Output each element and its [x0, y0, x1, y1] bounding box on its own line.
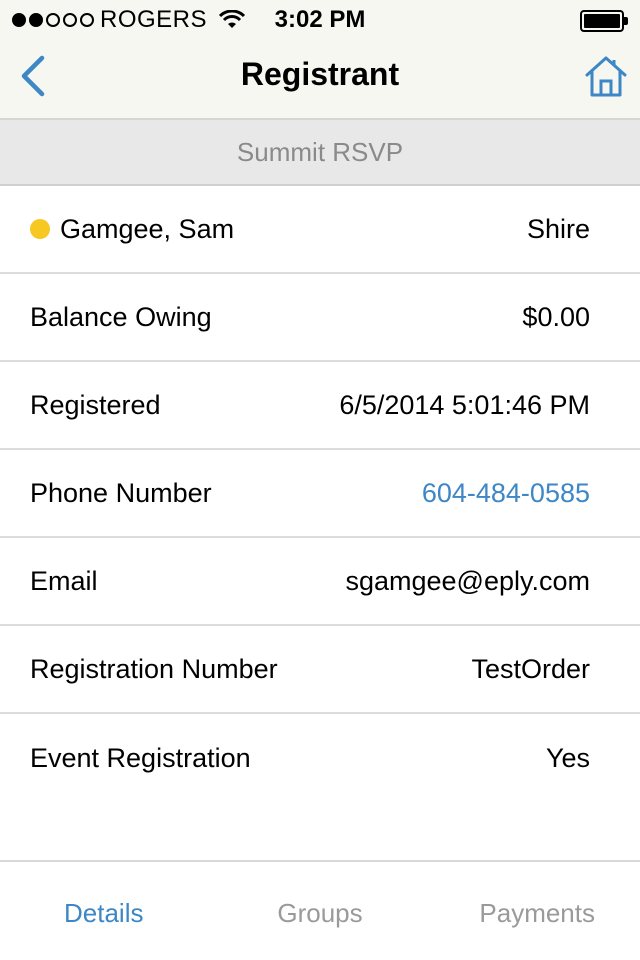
- row-label: Email: [30, 565, 98, 596]
- row-value: 6/5/2014 5:01:46 PM: [339, 389, 590, 420]
- row-value: $0.00: [522, 301, 590, 332]
- registrant-row: Gamgee, Sam Shire: [0, 186, 640, 274]
- status-dot-icon: [30, 219, 50, 239]
- page-title: Registrant: [240, 56, 400, 92]
- row-label: Balance Owing: [30, 301, 212, 332]
- row-label: Registration Number: [30, 653, 278, 684]
- list-item-balance: Balance Owing $0.00: [0, 274, 640, 362]
- list-item-registration-number: Registration Number TestOrder: [0, 626, 640, 714]
- row-label: Event Registration: [30, 742, 251, 773]
- tab-bar: Details Groups Payments: [0, 860, 640, 960]
- status-time: 3:02 PM: [274, 6, 366, 33]
- list-item-email: Email sgamgee@eply.com: [0, 538, 640, 626]
- registrant-name: Gamgee, Sam: [60, 213, 235, 244]
- row-value: Yes: [545, 742, 590, 773]
- status-bar: ROGERS 3:02 PM: [0, 0, 640, 40]
- row-value: sgamgee@eply.com: [345, 565, 590, 596]
- row-value: TestOrder: [471, 653, 590, 684]
- details-list: Gamgee, Sam Shire Balance Owing $0.00 Re…: [0, 186, 640, 802]
- battery-icon: [580, 10, 628, 32]
- registrant-location: Shire: [526, 213, 590, 244]
- list-item-registered: Registered 6/5/2014 5:01:46 PM: [0, 362, 640, 450]
- row-label: Phone Number: [30, 477, 212, 508]
- row-label: Registered: [30, 389, 161, 420]
- list-item-phone[interactable]: Phone Number 604-484-0585: [0, 450, 640, 538]
- phone-link[interactable]: 604-484-0585: [422, 478, 590, 509]
- section-header: Summit RSVP: [0, 118, 640, 186]
- list-item-event-registration: Event Registration Yes: [0, 714, 640, 802]
- home-icon[interactable]: [584, 54, 628, 98]
- navigation-bar: Registrant: [0, 40, 640, 118]
- tab-payments[interactable]: Payments: [479, 898, 595, 929]
